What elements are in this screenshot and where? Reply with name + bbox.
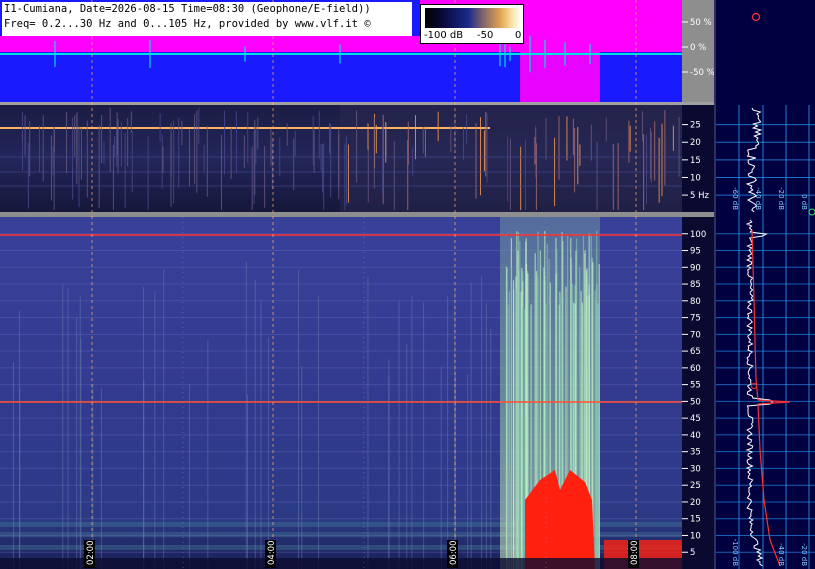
main-ytick-label: 50	[690, 397, 701, 407]
panel-separator-1	[0, 102, 714, 105]
signal-ytick-label: -50 %	[690, 68, 715, 78]
main-ytick-label: 30	[690, 464, 701, 474]
colorbar-tick-high: 0	[515, 30, 522, 41]
time-label: 08:00	[630, 541, 640, 566]
time-label: 04:00	[267, 541, 277, 566]
time-label: 06:00	[449, 541, 459, 566]
panel-separator-2	[0, 212, 714, 217]
avg-panel-divider	[714, 0, 716, 569]
avg-upper-xtick: -20 dB	[777, 187, 785, 210]
signal-ytick-label: 0 %	[690, 43, 706, 53]
main-ytick-label: 15	[690, 515, 701, 525]
main-ytick-label: 80	[690, 297, 701, 307]
main-ytick-label: 60	[690, 364, 701, 374]
lf-ytick-label: 25	[690, 121, 701, 131]
avg-upper-xtick: 0 dB	[800, 194, 808, 210]
header-title: I1-Cumiana, Date=2026-08-15 Time=08:30 (…	[4, 3, 371, 15]
colorbar: -100 dB -50 0	[420, 4, 524, 44]
main-bottom-band	[0, 558, 682, 569]
lf-ytick-label: 5 Hz	[690, 191, 710, 201]
avg-upper-xtick: -60 dB	[731, 187, 739, 210]
main-ytick-label: 65	[690, 347, 701, 357]
signal-burst	[520, 0, 600, 102]
main-ytick-label: 95	[690, 247, 701, 257]
colorbar-tick-mid: -50	[477, 30, 494, 41]
lf-ytick-label: 15	[690, 156, 701, 166]
main-ytick-label: 85	[690, 280, 701, 290]
lf-ytick-label: 10	[690, 173, 701, 183]
main-ytick-label: 90	[690, 263, 701, 273]
avg-lower-xtick: -40 dB	[777, 543, 785, 566]
main-ytick-label: 100	[690, 230, 706, 240]
header-subtitle: Freq= 0.2...30 Hz and 0...105 Hz, provid…	[4, 18, 371, 30]
header-box: I1-Cumiana, Date=2026-08-15 Time=08:30 (…	[2, 2, 412, 36]
main-ytick-label: 70	[690, 330, 701, 340]
signal-trace-right	[600, 8, 682, 46]
main-ytick-label: 45	[690, 414, 701, 424]
time-label: 02:00	[86, 541, 96, 566]
avg-lower-xtick: -100 dB	[731, 539, 739, 567]
lf-activity-region	[340, 105, 682, 212]
colorbar-tick-low: -100 dB	[424, 30, 464, 41]
main-ytick-label: 5	[690, 548, 695, 558]
main-ytick-label: 20	[690, 498, 701, 508]
main-ytick-label: 40	[690, 431, 701, 441]
main-ytick-label: 75	[690, 314, 701, 324]
avg-upper-xtick: -40 dB	[754, 187, 762, 210]
avg-lower-xtick: -20 dB	[800, 543, 808, 566]
main-ytick-label: 10	[690, 531, 701, 541]
main-ytick-label: 35	[690, 448, 701, 458]
signal-ytick-label: 50 %	[690, 18, 712, 28]
lf-ytick-label: 20	[690, 138, 701, 148]
main-ytick-label: 25	[690, 481, 701, 491]
main-ytick-label: 55	[690, 381, 701, 391]
spectrogram-figure: 50 % 0 % -50 % 25 20 15 10 5 Hz 02:00 04:00 06:0…	[0, 0, 815, 569]
page: 50 % 0 % -50 % 25 20 15 10 5 Hz 02:00 04:00 06:0…	[0, 0, 815, 569]
colorbar-gradient	[425, 8, 521, 28]
colorbar-ticks: -100 dB -50 0	[421, 30, 525, 44]
